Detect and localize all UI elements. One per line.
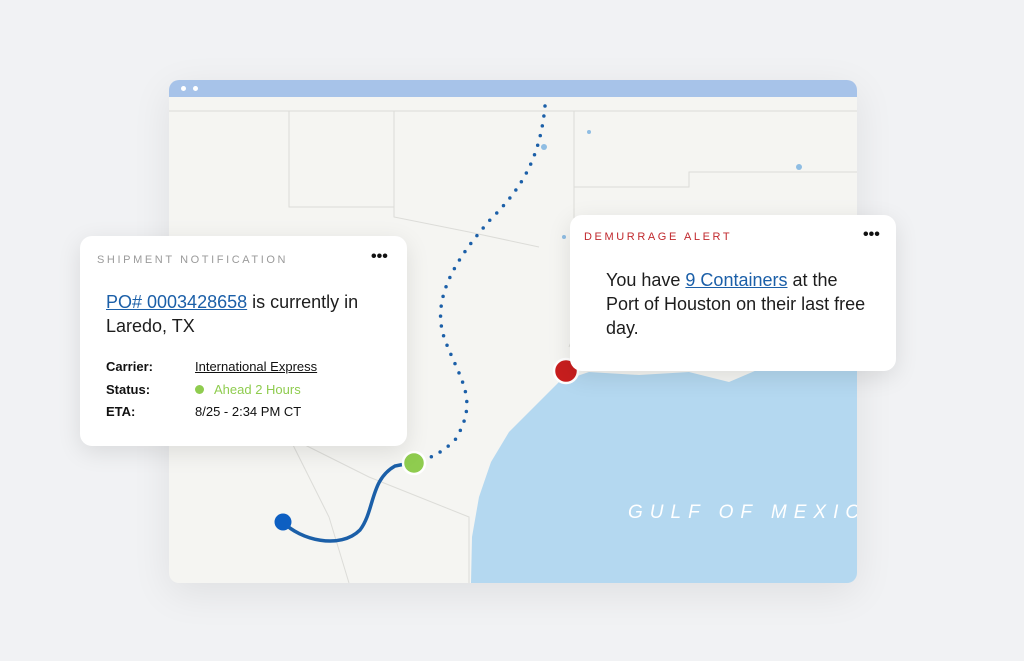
shipment-headline: PO# 0003428658 is currently in Laredo, T… xyxy=(106,290,386,338)
more-horizontal-icon[interactable]: ••• xyxy=(371,249,388,265)
eta-label: ETA: xyxy=(106,404,136,419)
alert-message: You have 9 Containers at the Port of Hou… xyxy=(606,268,866,340)
containers-link[interactable]: 9 Containers xyxy=(685,270,787,290)
status-value: Ahead 2 Hours xyxy=(214,382,301,397)
origin-marker[interactable] xyxy=(274,513,292,531)
status-dot-icon xyxy=(195,385,204,394)
carrier-label: Carrier: xyxy=(106,359,153,374)
travelled-route xyxy=(281,461,412,543)
card-title: SHIPMENT NOTIFICATION xyxy=(97,254,289,266)
more-horizontal-icon[interactable]: ••• xyxy=(863,227,880,243)
status-label: Status: xyxy=(106,382,151,397)
card-title: DEMURRAGE ALERT xyxy=(584,231,733,243)
eta-value: 8/25 - 2:34 PM CT xyxy=(195,404,302,419)
carrier-link[interactable]: International Express xyxy=(195,357,317,377)
planned-route-dotted xyxy=(412,104,547,465)
shipment-notification-card: SHIPMENT NOTIFICATION ••• PO# 0003428658… xyxy=(80,236,407,446)
demurrage-alert-card: DEMURRAGE ALERT ••• You have 9 Container… xyxy=(570,215,896,371)
current-location-marker[interactable] xyxy=(401,450,427,476)
po-link[interactable]: PO# 0003428658 xyxy=(106,292,247,312)
alert-text: You have xyxy=(606,270,686,290)
